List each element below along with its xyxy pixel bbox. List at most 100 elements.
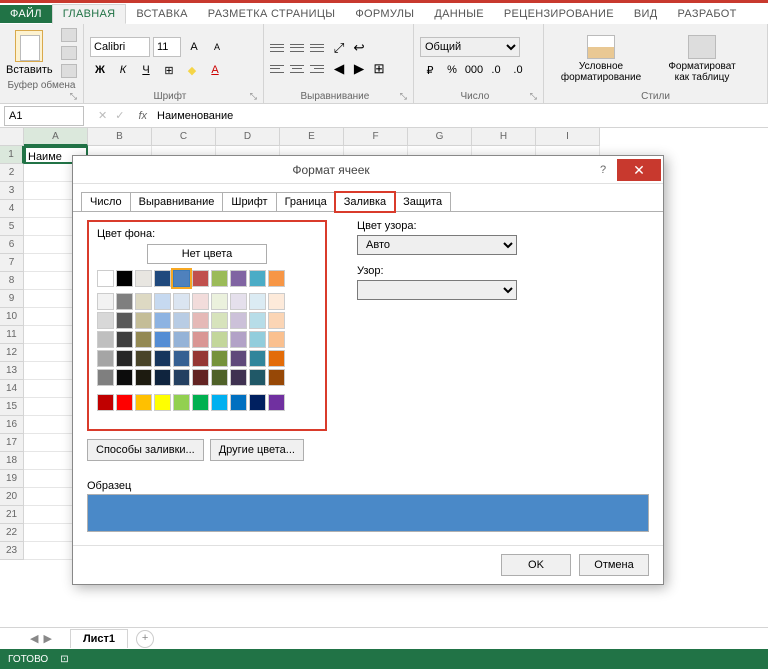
add-sheet-button[interactable]: + [136,630,154,648]
merge-button[interactable]: ⊞ [370,60,388,78]
color-swatch[interactable] [211,312,228,329]
tab-formulas[interactable]: ФОРМУЛЫ [345,5,424,23]
row-header[interactable]: 3 [0,182,24,200]
color-swatch[interactable] [97,331,114,348]
fx-icon[interactable]: fx [138,110,147,122]
color-swatch[interactable] [173,350,190,367]
tab-file[interactable]: ФАЙЛ [0,5,52,23]
dialog-tab-number[interactable]: Число [81,192,131,212]
more-colors-button[interactable]: Другие цвета... [210,439,304,461]
color-swatch[interactable] [116,331,133,348]
color-swatch[interactable] [211,331,228,348]
color-swatch[interactable] [249,293,266,310]
color-swatch[interactable] [135,331,152,348]
row-header[interactable]: 8 [0,272,24,290]
column-header[interactable]: C [152,128,216,146]
row-header[interactable]: 15 [0,398,24,416]
color-swatch[interactable] [192,312,209,329]
row-header[interactable]: 17 [0,434,24,452]
color-swatch[interactable] [211,350,228,367]
column-header[interactable]: E [280,128,344,146]
clipboard-launcher[interactable]: ⤡ [70,91,77,102]
color-swatch[interactable] [116,270,133,287]
dialog-close-button[interactable]: ✕ [617,159,661,181]
fill-effects-button[interactable]: Способы заливки... [87,439,204,461]
color-swatch[interactable] [230,369,247,386]
formula-input[interactable] [153,106,768,126]
color-swatch[interactable] [268,293,285,310]
row-header[interactable]: 21 [0,506,24,524]
color-swatch[interactable] [116,293,133,310]
tab-insert[interactable]: ВСТАВКА [126,5,197,23]
color-swatch[interactable] [249,369,266,386]
alignment-launcher[interactable]: ⤡ [400,91,407,102]
row-header[interactable]: 1 [0,146,24,164]
tab-data[interactable]: ДАННЫЕ [424,5,494,23]
color-swatch[interactable] [135,270,152,287]
color-swatch[interactable] [154,350,171,367]
color-swatch[interactable] [230,350,247,367]
sheet-nav-next-icon[interactable]: ▶ [43,632,51,645]
bold-button[interactable]: Ж [90,60,110,80]
color-swatch[interactable] [230,293,247,310]
column-header[interactable]: I [536,128,600,146]
column-header[interactable]: G [408,128,472,146]
tab-developer[interactable]: РАЗРАБОТ [667,5,746,23]
color-swatch[interactable] [192,331,209,348]
row-header[interactable]: 2 [0,164,24,182]
format-as-table-button[interactable]: Форматироват как таблицу [656,35,748,83]
color-swatch[interactable] [249,312,266,329]
color-swatch[interactable] [211,270,228,287]
tab-review[interactable]: РЕЦЕНЗИРОВАНИЕ [494,5,624,23]
row-header[interactable]: 11 [0,326,24,344]
color-swatch[interactable] [154,394,171,411]
color-swatch[interactable] [154,270,171,287]
conditional-formatting-button[interactable]: Условное форматирование [550,35,652,83]
tab-view[interactable]: ВИД [624,5,668,23]
color-swatch[interactable] [173,270,190,287]
column-header[interactable]: H [472,128,536,146]
color-swatch[interactable] [211,369,228,386]
currency-button[interactable]: ₽ [420,60,440,80]
column-header[interactable]: A [24,128,88,146]
dialog-help-button[interactable]: ? [589,164,617,176]
color-swatch[interactable] [135,350,152,367]
decrease-decimal-button[interactable]: .0 [508,60,528,80]
row-header[interactable]: 20 [0,488,24,506]
italic-button[interactable]: К [113,60,133,80]
name-box[interactable] [4,106,84,126]
percent-button[interactable]: % [442,60,462,80]
color-swatch[interactable] [230,394,247,411]
row-header[interactable]: 13 [0,362,24,380]
wrap-text-button[interactable]: ↩ [350,39,368,57]
decrease-font-button[interactable]: A [207,37,227,57]
color-swatch[interactable] [154,331,171,348]
decrease-indent-button[interactable]: ◀ [330,60,348,78]
column-header[interactable]: F [344,128,408,146]
dialog-tab-border[interactable]: Граница [276,192,336,212]
row-header[interactable]: 18 [0,452,24,470]
row-header[interactable]: 10 [0,308,24,326]
ok-button[interactable]: OK [501,554,571,576]
pattern-color-select[interactable]: Авто [357,235,517,255]
color-swatch[interactable] [249,394,266,411]
sheet-nav-prev-icon[interactable]: ◀ [30,632,38,645]
row-header[interactable]: 23 [0,542,24,560]
align-middle-button[interactable] [290,39,308,57]
color-swatch[interactable] [211,394,228,411]
color-swatch[interactable] [97,270,114,287]
color-swatch[interactable] [230,331,247,348]
column-header[interactable]: B [88,128,152,146]
color-swatch[interactable] [154,312,171,329]
color-swatch[interactable] [211,293,228,310]
color-swatch[interactable] [192,293,209,310]
color-swatch[interactable] [173,312,190,329]
font-color-button[interactable]: A [205,60,225,80]
color-swatch[interactable] [268,394,285,411]
tab-page-layout[interactable]: РАЗМЕТКА СТРАНИЦЫ [198,5,346,23]
row-header[interactable]: 5 [0,218,24,236]
font-size-input[interactable] [153,37,181,57]
color-swatch[interactable] [249,331,266,348]
color-swatch[interactable] [97,350,114,367]
row-header[interactable]: 19 [0,470,24,488]
